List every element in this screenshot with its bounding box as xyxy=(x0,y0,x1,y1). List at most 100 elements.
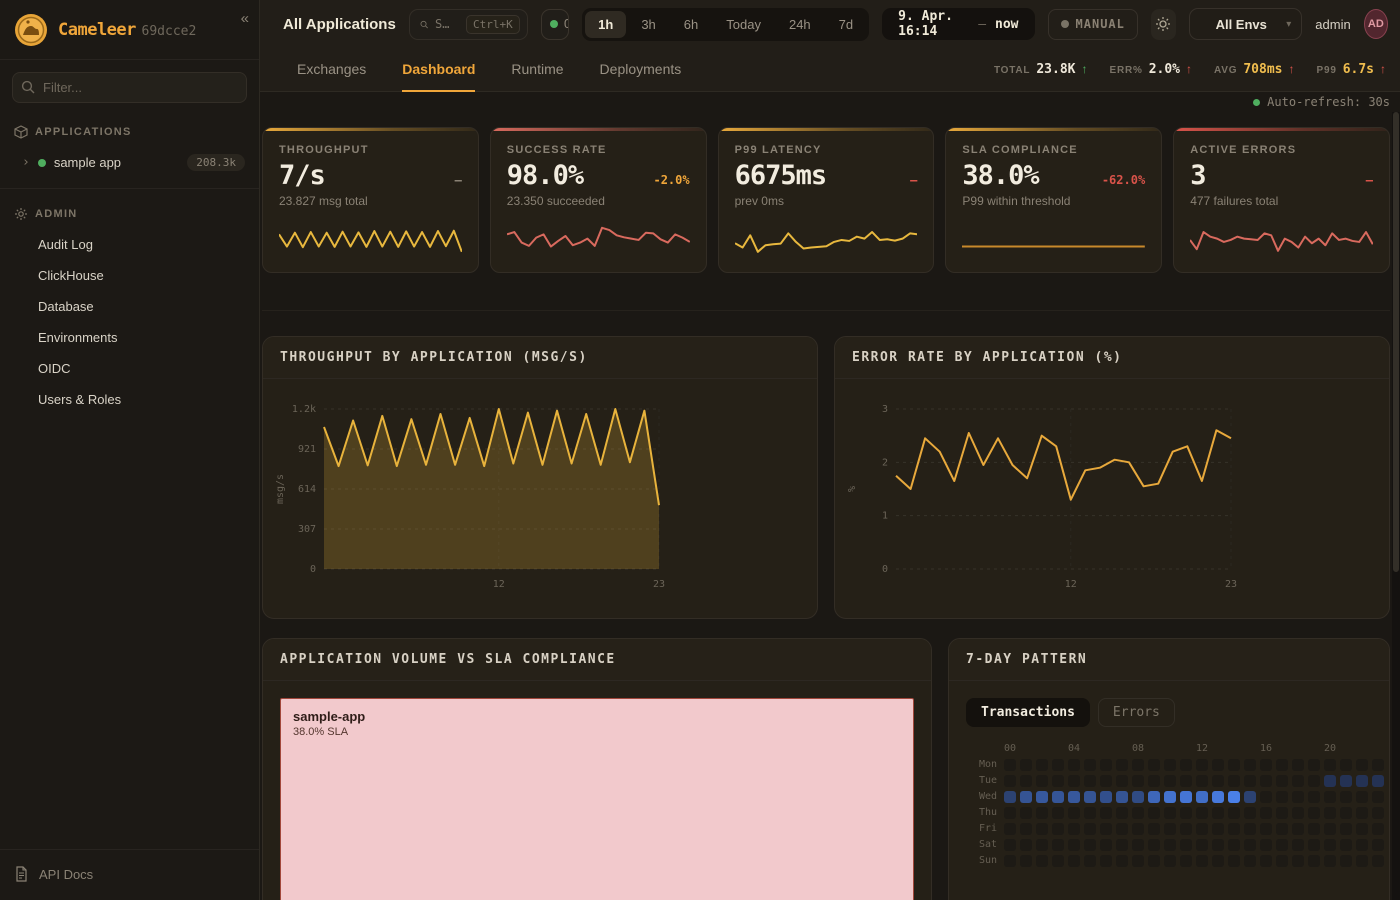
live-status-button[interactable]: O xyxy=(541,9,569,40)
heatmap-day-label-thu: Thu xyxy=(966,807,1000,819)
global-search[interactable]: Ctrl+K xyxy=(409,9,528,40)
heatmap-cell xyxy=(1340,823,1352,835)
kpi-row: THROUGHPUT 7/s – 23.827 msg total SUCCES… xyxy=(262,127,1390,273)
chart-body: 32101223% xyxy=(835,379,1389,619)
sidebar-item-sample-app[interactable]: › sample app 208.3k xyxy=(0,147,259,178)
header-stats: TOTAL23.8K↑ERR%2.0%↑AVG708ms↑P996.7s↑ xyxy=(994,48,1386,91)
tab-runtime[interactable]: Runtime xyxy=(511,48,563,92)
heatmap-cell xyxy=(1052,823,1064,835)
pattern-heatmap: 000408121620MonTueWedThuFriSatSun xyxy=(966,743,1372,867)
avatar[interactable]: AD xyxy=(1364,9,1388,39)
heatmap-cell xyxy=(1020,855,1032,867)
kpi-card-throughput: THROUGHPUT 7/s – 23.827 msg total xyxy=(262,127,479,273)
kpi-card-success-rate: SUCCESS RATE 98.0% -2.0% 23.350 succeede… xyxy=(490,127,707,273)
heatmap-cell xyxy=(1260,855,1272,867)
chevron-right-icon[interactable]: › xyxy=(22,155,30,170)
scrollbar-thumb[interactable] xyxy=(1393,112,1399,572)
env-select[interactable]: All Envs ▾ xyxy=(1189,8,1303,40)
heatmap-cell xyxy=(1052,775,1064,787)
sidebar-item-clickhouse[interactable]: ClickHouse xyxy=(0,260,259,291)
sidebar-item-oidc[interactable]: OIDC xyxy=(0,353,259,384)
svg-text:%: % xyxy=(847,486,858,492)
range-button-24h[interactable]: 24h xyxy=(776,11,824,38)
mode-button-transactions[interactable]: Transactions xyxy=(966,698,1090,727)
heatmap-cell xyxy=(1196,823,1208,835)
heatmap-hour-label: 20 xyxy=(1324,743,1336,755)
tab-exchanges[interactable]: Exchanges xyxy=(297,48,366,92)
heatmap-cell xyxy=(1132,823,1144,835)
stat-label: P99 xyxy=(1316,65,1336,76)
heatmap-cell xyxy=(1132,855,1144,867)
heatmap-cell xyxy=(1068,823,1080,835)
heatmap-cell xyxy=(1212,807,1224,819)
heatmap-cell xyxy=(1276,855,1288,867)
heatmap-cell xyxy=(1180,823,1192,835)
volume-sla-panel: APPLICATION VOLUME VS SLA COMPLIANCE sam… xyxy=(262,638,932,900)
svg-text:1: 1 xyxy=(882,511,888,522)
heatmap-hour-label: 08 xyxy=(1132,743,1144,755)
sidebar-item-users-roles[interactable]: Users & Roles xyxy=(0,384,259,415)
tab-dashboard[interactable]: Dashboard xyxy=(402,48,475,92)
heatmap-cell xyxy=(1244,775,1256,787)
heatmap-day-label-tue: Tue xyxy=(966,775,1000,787)
kpi-accent-bar xyxy=(719,128,934,131)
heatmap-cell xyxy=(1292,791,1304,803)
search-input[interactable] xyxy=(435,17,459,31)
refresh-dot-icon xyxy=(1253,99,1260,106)
heatmap-cell xyxy=(1212,775,1224,787)
document-icon xyxy=(14,866,29,882)
sidebar-item-environments[interactable]: Environments xyxy=(0,322,259,353)
heatmap-cell xyxy=(1132,759,1144,771)
heatmap-cell xyxy=(1084,839,1096,851)
tab-deployments[interactable]: Deployments xyxy=(600,48,682,92)
env-select-value: All Envs xyxy=(1216,17,1267,32)
sun-icon xyxy=(1155,16,1171,32)
heatmap-cell xyxy=(1356,807,1368,819)
kpi-subtitle: 23.827 msg total xyxy=(279,194,462,208)
heatmap-cell xyxy=(1260,823,1272,835)
app-item-name[interactable]: sample app xyxy=(54,155,179,170)
main-area: All Applications Ctrl+K O 1h3h6hToday24h… xyxy=(260,0,1400,900)
sidebar-item-audit-log[interactable]: Audit Log xyxy=(0,229,259,260)
heatmap-hour-label xyxy=(1292,743,1304,755)
date-separator: – xyxy=(978,17,986,32)
stat-err: ERR%2.0%↑ xyxy=(1109,62,1192,77)
manual-mode-button[interactable]: MANUAL xyxy=(1048,9,1138,40)
range-button-3h[interactable]: 3h xyxy=(628,11,668,38)
auto-refresh-row: Auto-refresh: 30s xyxy=(260,92,1400,112)
range-button-today[interactable]: Today xyxy=(713,11,774,38)
panel-title: 7-DAY PATTERN xyxy=(966,652,1087,667)
svg-text:12: 12 xyxy=(493,579,505,590)
heatmap-cell xyxy=(1308,775,1320,787)
heatmap-corner xyxy=(966,743,1000,755)
range-button-7d[interactable]: 7d xyxy=(826,11,866,38)
date-to: now xyxy=(995,17,1018,32)
heatmap-cell xyxy=(1116,823,1128,835)
kpi-card-active-errors: ACTIVE ERRORS 3 – 477 failures total xyxy=(1173,127,1390,273)
heatmap-cell xyxy=(1324,839,1336,851)
mode-button-errors[interactable]: Errors xyxy=(1098,698,1175,727)
date-range-display[interactable]: 9. Apr. 16:14 – now xyxy=(882,8,1034,40)
sidebar-item-database[interactable]: Database xyxy=(0,291,259,322)
svg-text:307: 307 xyxy=(298,524,316,535)
heatmap-cell xyxy=(1052,791,1064,803)
heatmap-cell xyxy=(1020,775,1032,787)
dashboard-content: THROUGHPUT 7/s – 23.827 msg total SUCCES… xyxy=(260,112,1400,900)
heatmap-cell xyxy=(1372,759,1384,771)
api-docs-link[interactable]: API Docs xyxy=(39,867,93,882)
theme-toggle-button[interactable] xyxy=(1151,9,1176,40)
heatmap-cell xyxy=(1036,759,1048,771)
range-button-6h[interactable]: 6h xyxy=(671,11,711,38)
kpi-card-sla-compliance: SLA COMPLIANCE 38.0% -62.0% P99 within t… xyxy=(945,127,1162,273)
heatmap-hour-label: 16 xyxy=(1260,743,1272,755)
filter-input[interactable] xyxy=(12,72,247,103)
sidebar-footer: API Docs xyxy=(0,849,259,900)
range-button-1h[interactable]: 1h xyxy=(585,11,626,38)
kpi-label: THROUGHPUT xyxy=(279,144,462,156)
heatmap-cell xyxy=(1148,759,1160,771)
heatmap-cell xyxy=(1116,807,1128,819)
heatmap-cell xyxy=(1020,759,1032,771)
scrollbar-track[interactable] xyxy=(1392,112,1400,900)
treemap-node-sample-app[interactable]: sample-app 38.0% SLA xyxy=(280,698,914,900)
sidebar-collapse-button[interactable]: « xyxy=(241,10,249,27)
